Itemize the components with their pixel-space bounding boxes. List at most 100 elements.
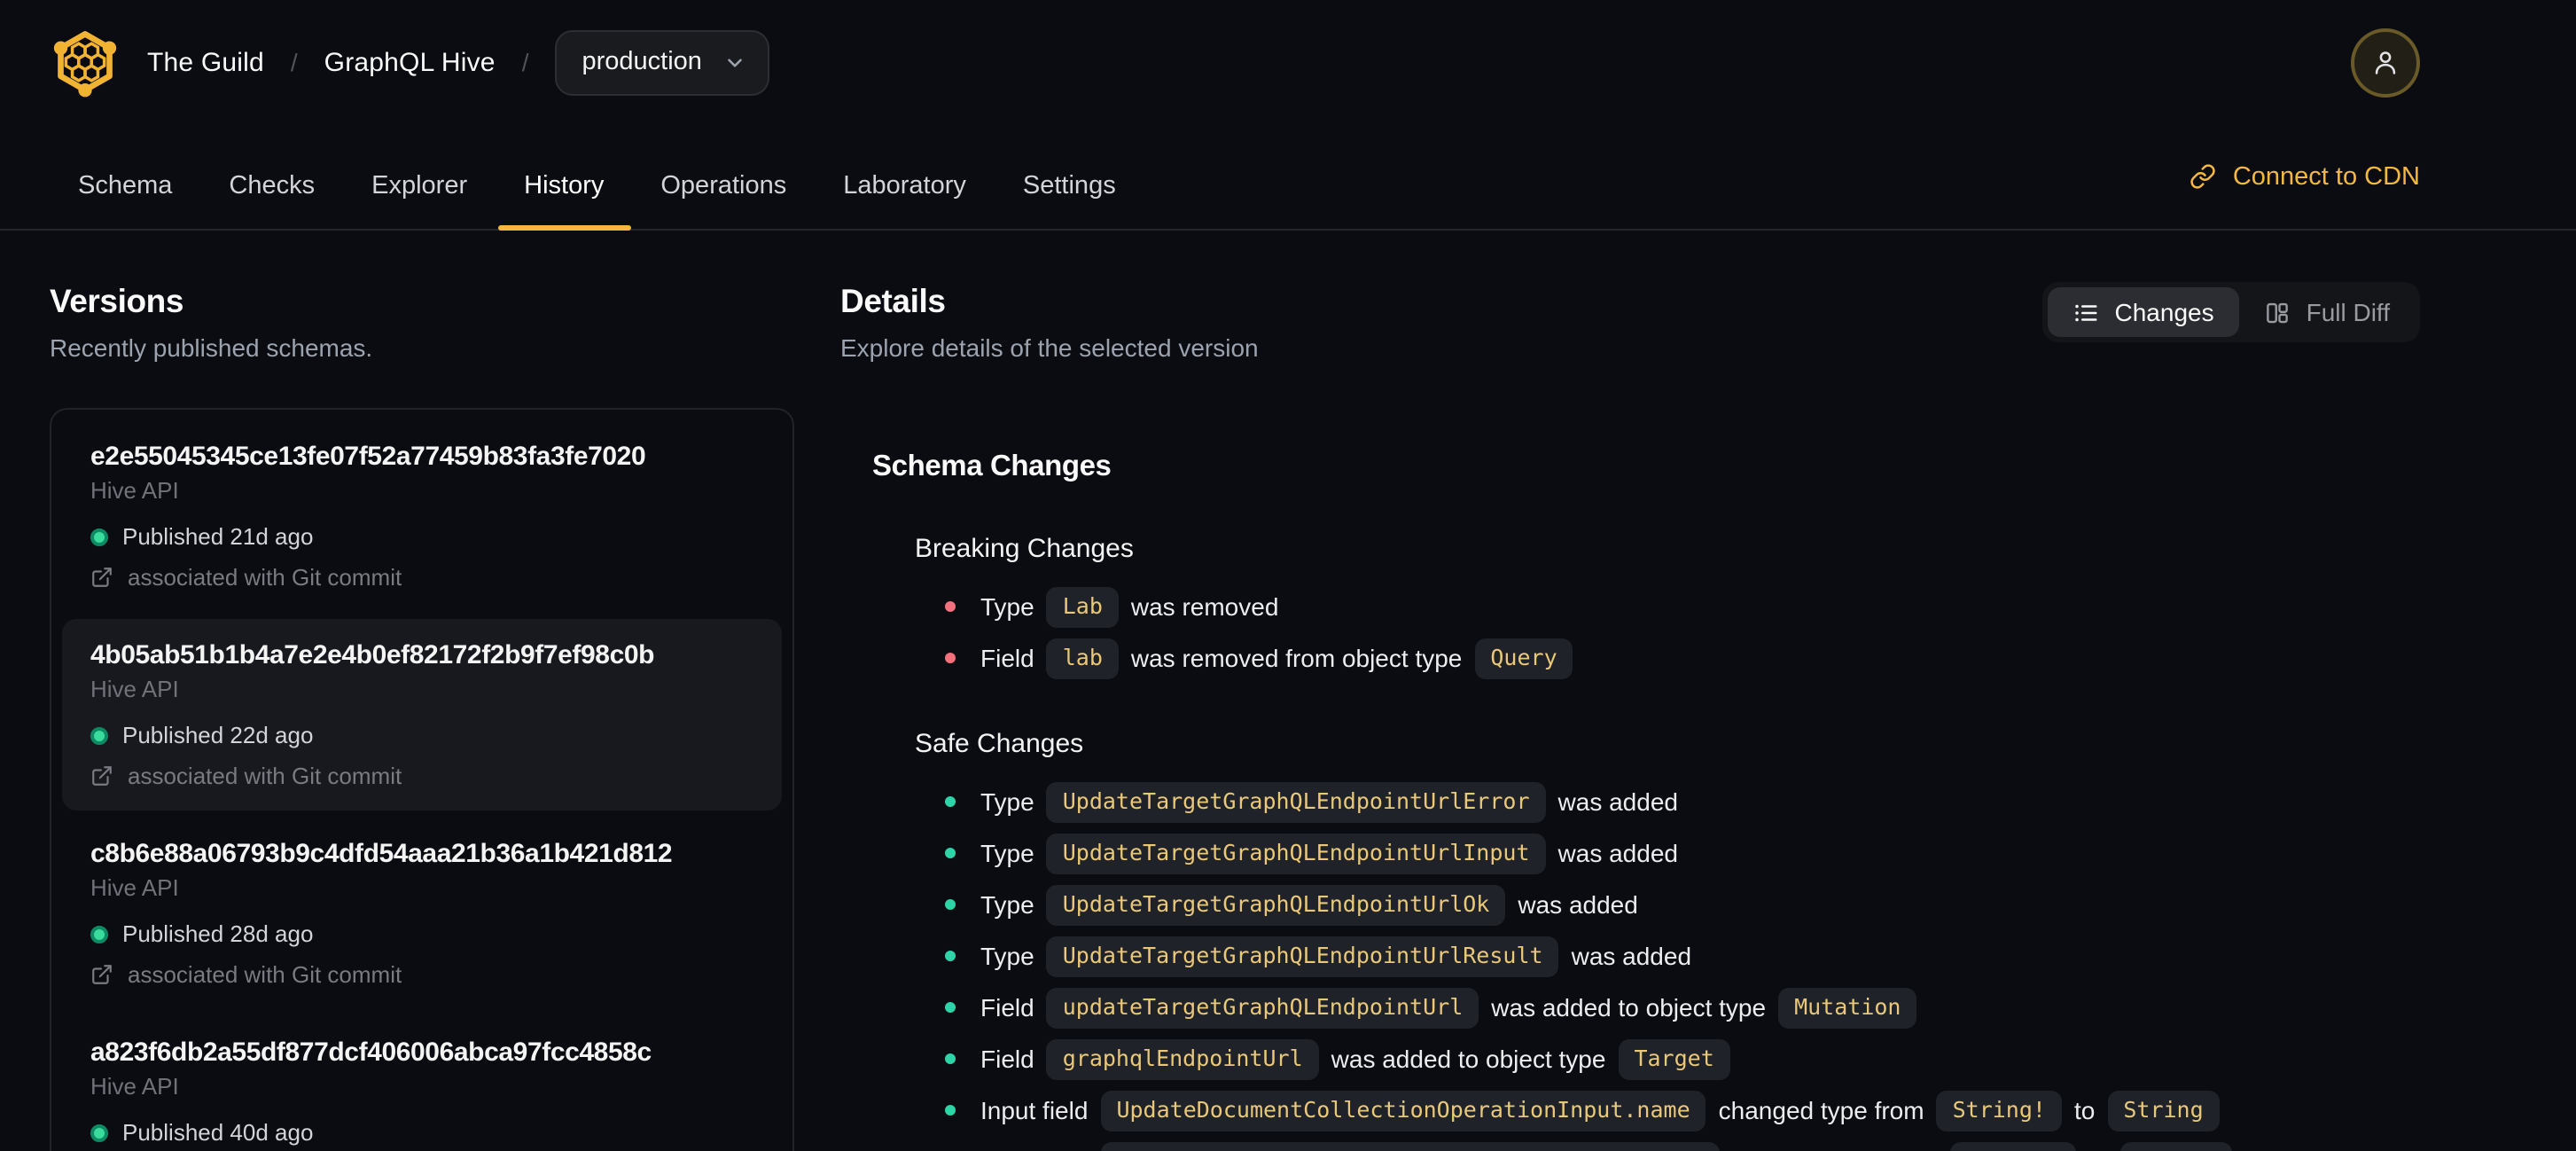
breaking-changes-title: Breaking Changes [915, 534, 1134, 564]
target-selector[interactable]: production [555, 29, 770, 95]
app-root: The Guild / GraphQL Hive / production Sc… [0, 0, 2576, 1151]
connect-to-cdn-label: Connect to CDN [2232, 162, 2420, 191]
git-commit-link[interactable]: associated with Git commit [90, 763, 753, 789]
change-text: was removed from object type [1130, 644, 1463, 672]
version-published-row: Published 40d ago [90, 1119, 753, 1146]
tab-checks[interactable]: Checks [202, 124, 341, 229]
nav-tab-label: Settings [1022, 172, 1116, 200]
change-text: Input field [980, 1147, 1088, 1151]
hive-honeycomb-icon[interactable] [50, 27, 121, 98]
top-header: The Guild / GraphQL Hive / production [0, 0, 2576, 124]
toggle-full-diff-button[interactable]: Full Diff [2239, 287, 2415, 337]
versions-panel: Versions Recently published schemas. e2e… [50, 282, 794, 1151]
details-header: Details Explore details of the selected … [840, 282, 2420, 362]
version-service: Hive API [90, 477, 179, 504]
code-badge: String! [1936, 1090, 2062, 1131]
breadcrumb-org[interactable]: The Guild [147, 47, 264, 77]
change-text: Type [980, 942, 1034, 970]
change-row: Type UpdateTargetGraphQLEndpointUrlInput w… [915, 832, 2420, 874]
nav-tab-label: Checks [229, 172, 316, 200]
user-icon [2375, 51, 2396, 74]
main-navbar: Schema Checks Explorer History Operation… [0, 124, 2576, 231]
change-text: Field [980, 993, 1034, 1022]
nav-tab-label: Operations [660, 172, 787, 200]
tab-history[interactable]: History [497, 124, 631, 231]
code-badge: String [2107, 1090, 2220, 1131]
change-row: Type UpdateTargetGraphQLEndpointUrlResult… [915, 935, 2420, 977]
code-badge: Target [1618, 1038, 1730, 1079]
version-published-row: Published 21d ago [90, 523, 753, 550]
change-text: was added [1557, 839, 1678, 867]
code-badge: UpdateTargetGraphQLEndpointUrlOk [1046, 884, 1506, 925]
change-text: changed type from [1732, 1147, 1938, 1151]
bulleted-list-icon [2074, 303, 2096, 321]
versions-title: Versions [50, 282, 184, 319]
safe-changes-list: Type UpdateTargetGraphQLEndpointUrlError w… [915, 780, 2420, 1151]
details-subtitle: Explore details of the selected version [840, 333, 1259, 362]
change-text: Type [980, 890, 1034, 919]
code-badge: Lab [1046, 586, 1119, 627]
code-badge: Query [1474, 638, 1573, 678]
git-commit-link[interactable]: associated with Git commit [90, 564, 753, 591]
nav-tab-label: Explorer [371, 172, 468, 200]
version-service: Hive API [90, 676, 179, 702]
tab-schema[interactable]: Schema [51, 124, 199, 229]
nav-tabs: Schema Checks Explorer History Operation… [51, 124, 1143, 231]
connect-to-cdn-button[interactable]: Connect to CDN [2190, 162, 2420, 191]
details-title: Details [840, 282, 946, 319]
git-commit-link[interactable]: associated with Git commit [90, 961, 753, 988]
change-row: Field graphqlEndpointUrl was added to obje… [915, 1037, 2420, 1080]
nav-tab-label: History [524, 172, 605, 200]
tab-explorer[interactable]: Explorer [345, 124, 494, 229]
breadcrumb-separator: / [521, 48, 529, 76]
target-selector-value: production [582, 48, 702, 76]
version-card[interactable]: 4b05ab51b1b4a7e2e4b0ef82172f2b9f7ef98c0b… [62, 619, 782, 810]
version-published-label: Published 28d ago [122, 920, 314, 947]
code-badge: String [2120, 1141, 2233, 1151]
tab-settings[interactable]: Settings [996, 124, 1143, 229]
schema-changes-title: Schema Changes [872, 450, 1112, 482]
view-toggle: Changes Full Diff [2041, 282, 2420, 342]
code-badge: Mutation [1778, 987, 1917, 1028]
version-published-label: Published 40d ago [122, 1119, 314, 1146]
change-text: Field [980, 1045, 1034, 1073]
version-card[interactable]: a823f6db2a55df877dcf406006abca97fcc4858c… [62, 1016, 782, 1151]
tab-operations[interactable]: Operations [634, 124, 813, 229]
toggle-full-diff-label: Full Diff [2306, 298, 2390, 326]
safe-changes-title: Safe Changes [915, 729, 1084, 759]
change-row: Input field UpdateDocumentCollectionOpera… [915, 1089, 2420, 1131]
change-text: Type [980, 787, 1034, 816]
breadcrumb-project[interactable]: GraphQL Hive [324, 47, 496, 77]
change-text: to [2088, 1147, 2108, 1151]
code-badge: String! [1949, 1141, 2076, 1151]
change-text: was added to object type [1331, 1045, 1606, 1073]
external-link-icon [92, 965, 112, 984]
code-badge: UpdateTargetGraphQLEndpointUrlInput [1046, 833, 1546, 873]
change-text: Type [980, 839, 1034, 867]
chevron-down-icon [728, 58, 743, 67]
breadcrumb-separator: / [290, 48, 298, 76]
version-published-label: Published 21d ago [122, 523, 314, 550]
code-badge: UpdateTargetGraphQLEndpointUrlError [1046, 781, 1546, 822]
change-bullet-icon [945, 951, 956, 961]
version-hash: c8b6e88a06793b9c4dfd54aaa21b36a1b421d812 [90, 839, 673, 869]
nav-tab-label: Laboratory [843, 172, 966, 200]
details-panel: Details Explore details of the selected … [794, 282, 2576, 1151]
change-text: Type [980, 592, 1034, 621]
change-text: was added [1557, 787, 1678, 816]
version-card[interactable]: c8b6e88a06793b9c4dfd54aaa21b36a1b421d812… [62, 818, 782, 1009]
change-bullet-icon [945, 796, 956, 807]
code-badge: UpdateDocumentCollectionOperationInput.q… [1100, 1141, 1720, 1151]
published-status-dot [90, 528, 108, 545]
split-columns-icon [2266, 301, 2288, 323]
git-commit-label: associated with Git commit [128, 961, 402, 988]
change-text: to [2073, 1096, 2096, 1124]
tab-laboratory[interactable]: Laboratory [816, 124, 993, 229]
git-commit-label: associated with Git commit [128, 763, 402, 789]
version-card[interactable]: e2e55045345ce13fe07f52a77459b83fa3fe7020… [62, 420, 782, 612]
user-menu-button[interactable] [2351, 27, 2420, 97]
change-row: Type Lab was removed [915, 585, 2420, 628]
toggle-changes-button[interactable]: Changes [2047, 287, 2239, 337]
change-text: was added to object type [1491, 993, 1767, 1022]
code-badge: UpdateDocumentCollectionOperationInput.n… [1100, 1090, 1706, 1131]
